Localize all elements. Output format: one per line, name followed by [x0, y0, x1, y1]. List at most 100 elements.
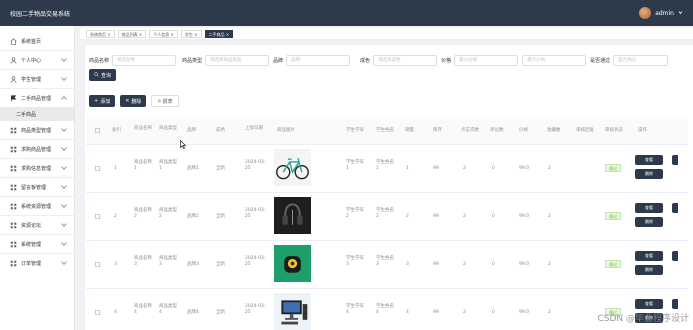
sidebar-item-label: 学生管理 [21, 76, 42, 83]
report-button[interactable]: ⌂ 报表 [151, 95, 179, 107]
edit-button[interactable] [672, 203, 678, 213]
tab-secondhand[interactable]: 二手商品 × [204, 29, 234, 38]
header-review-reply: 审核回复 [576, 128, 594, 133]
header-name[interactable]: 商品名称 [134, 126, 152, 132]
cell-date: 2024-03-25 [245, 160, 266, 171]
plus-icon: + [94, 98, 99, 104]
sidebar-item-category[interactable]: 商品类型管理 [0, 121, 74, 139]
cell-name: 商品名称3 [134, 256, 152, 267]
grid-icon [10, 222, 17, 229]
name-input[interactable]: 商品名称 [112, 55, 177, 66]
price-label: 价格 [441, 58, 452, 64]
grid-icon [10, 146, 17, 153]
header-index: 索引 [112, 128, 121, 133]
content-panel: 商品名称 商品名称 商品类型 请选择商品类型 品牌 品牌 成色 请选择成色 价格… [85, 45, 693, 330]
max-price-input[interactable]: 最大价格 [522, 55, 587, 66]
tab-home[interactable]: 系统首页 × [86, 29, 115, 38]
user-icon [10, 75, 17, 83]
product-image[interactable] [274, 245, 311, 282]
sidebar-item-wanted-goods[interactable]: 求购商品管理 [0, 140, 74, 158]
row-checkbox[interactable] [95, 310, 100, 315]
product-image[interactable] [274, 197, 311, 234]
user-menu[interactable]: admin [639, 7, 683, 19]
sidebar-item-label: 个人中心 [21, 57, 42, 64]
avatar [639, 7, 652, 19]
sidebar-item-resources[interactable]: 系统资源管理 [0, 197, 74, 215]
chevron-down-icon [61, 221, 67, 227]
header-type[interactable]: 商品类型 [159, 126, 177, 132]
top-navbar: 校园二手物品交易系统 admin [0, 0, 693, 26]
chevron-down-icon [61, 164, 67, 170]
header-comments: 评论数 [490, 128, 504, 133]
product-image[interactable] [274, 149, 311, 186]
tab-profile[interactable]: 个人信息 × [149, 29, 178, 38]
approved-select[interactable]: 是否通过 [613, 55, 669, 66]
delete-button[interactable]: ✕ 删除 [120, 95, 147, 107]
query-button[interactable]: 查询 [89, 69, 117, 81]
cell-index: 4 [114, 310, 117, 315]
edit-button[interactable] [672, 251, 678, 261]
chevron-down-icon [678, 10, 683, 17]
view-button[interactable]: 查看 [635, 155, 663, 165]
row-checkbox[interactable] [95, 262, 100, 267]
add-button[interactable]: + 添加 [89, 95, 116, 107]
cell-stu-no: 学生学号4 [346, 304, 364, 315]
product-image[interactable] [274, 293, 311, 330]
chevron-down-icon [61, 202, 67, 208]
view-button[interactable]: 查看 [635, 299, 663, 309]
view-button[interactable]: 查看 [635, 203, 663, 213]
tab-student[interactable]: 学生 × [180, 29, 202, 38]
home-icon [10, 37, 17, 45]
flag-icon [10, 94, 17, 102]
cell-sales: 3 [406, 262, 409, 267]
chevron-down-icon [61, 183, 67, 189]
row-checkbox[interactable] [95, 166, 100, 171]
grid-icon [10, 184, 17, 191]
cell-price: 99.0 [519, 166, 530, 171]
sidebar-item-profile[interactable]: 个人中心 [0, 51, 74, 69]
edit-button[interactable] [672, 155, 678, 165]
cell-brand: 品牌4 [187, 310, 199, 315]
edit-button[interactable] [672, 299, 678, 309]
goods-table: 索引 商品名称 商品类型 品牌 成色 上架日期 商品图片 学生学号 学生姓名 销… [86, 117, 688, 330]
view-button[interactable]: 查看 [635, 251, 663, 261]
cell-type: 商品类型2 [159, 208, 177, 219]
status-badge: 通过 [605, 260, 621, 268]
sidebar-item-system[interactable]: 系统管理 [0, 235, 74, 253]
header-sales: 销量 [405, 128, 414, 133]
cell-stu-name: 学生姓名3 [376, 256, 394, 267]
watermark: CSDN @毕业程序设计 [597, 314, 689, 324]
sidebar-item-secondhand[interactable]: 二手商品管理 [0, 89, 74, 107]
type-select[interactable]: 请选择商品类型 [205, 55, 270, 66]
min-price-input[interactable]: 最小价格 [454, 55, 519, 66]
sidebar-item-forum[interactable]: 资源论坛 [0, 216, 74, 234]
row-delete-button[interactable]: 删除 [635, 217, 663, 227]
cell-price: 99.0 [519, 214, 530, 219]
row-delete-button[interactable]: 删除 [635, 265, 663, 275]
sidebar-subitem-secondhand[interactable]: 二手商品 [0, 107, 74, 121]
table-row: 3 商品名称3 商品类型3 品牌3 全新 2024-03-25 学生学号3 学生… [86, 241, 688, 289]
chevron-down-icon [61, 75, 67, 81]
sidebar-item-home[interactable]: 系统首页 [0, 32, 74, 50]
condition-select[interactable]: 请选择成色 [373, 55, 438, 66]
sidebar-item-messages[interactable]: 留言板管理 [0, 178, 74, 196]
cell-name: 商品名称2 [134, 208, 152, 219]
chevron-up-icon [61, 96, 67, 102]
row-delete-button[interactable]: 删除 [635, 169, 663, 179]
sidebar-item-label: 资源论坛 [21, 222, 42, 229]
cell-name: 商品名称1 [134, 160, 152, 171]
tab-goods-list[interactable]: 商品列表 × [117, 29, 147, 38]
grid-icon [10, 203, 17, 210]
row-checkbox[interactable] [95, 214, 100, 219]
sidebar-item-orders[interactable]: 订单管理 [0, 254, 74, 272]
select-all-checkbox[interactable] [95, 128, 100, 133]
brand-input[interactable]: 品牌 [286, 55, 351, 66]
cell-price: 99.0 [519, 262, 530, 267]
sidebar-item-wanted-info[interactable]: 求购信息管理 [0, 159, 74, 177]
header-date[interactable]: 上架日期 [245, 126, 267, 132]
sidebar-item-students[interactable]: 学生管理 [0, 70, 74, 88]
cell-stock: 99 [433, 262, 439, 267]
grid-icon [10, 260, 17, 267]
app-root: 校园二手物品交易系统 admin 系统首页 个人中心 学生管理 二手商品管理 二… [0, 0, 693, 330]
header-stu-no: 学生学号 [346, 128, 364, 133]
